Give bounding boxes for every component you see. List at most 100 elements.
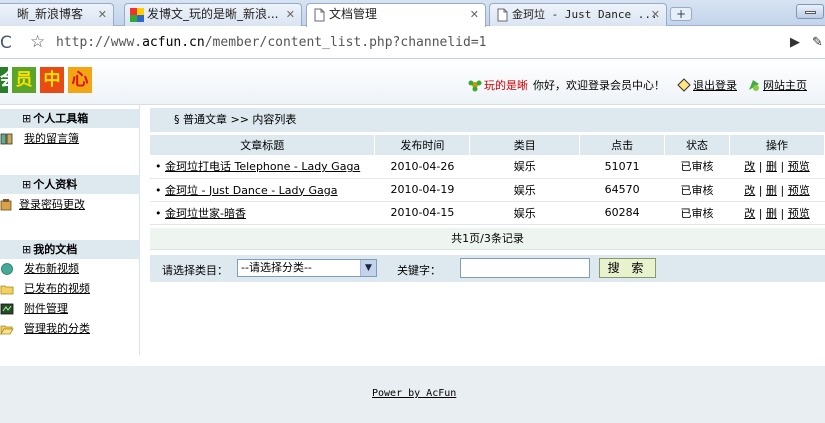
table-row: • 金珂垃打电话 Telephone - Lady Gaga 2010-04-2… — [150, 155, 825, 179]
expand-box-icon: ⊞ — [22, 112, 32, 125]
delete-link[interactable]: 删 — [766, 160, 777, 173]
separator: | — [758, 206, 763, 220]
url-prefix: http://www. — [56, 35, 143, 50]
bullet: • — [155, 206, 162, 220]
category: 娱乐 — [469, 201, 580, 225]
sidebar-section-profile[interactable]: ⊞ 个人资料 — [0, 175, 140, 194]
page-icon — [314, 8, 325, 22]
chevron-down-icon: ▼ — [360, 260, 376, 276]
publish-date: 2010-04-26 — [374, 155, 470, 179]
edit-link[interactable]: 改 — [744, 184, 755, 197]
tab-close-icon[interactable]: ✕ — [651, 4, 660, 25]
keyword-input[interactable] — [460, 258, 590, 278]
column-header-actions: 操作 — [729, 135, 825, 155]
globe-icon — [1, 263, 13, 275]
column-header-title: 文章标题 — [150, 135, 376, 155]
page-menu-icon[interactable]: ▶ — [790, 33, 806, 53]
sidebar-section-toolbox[interactable]: ⊞ 个人工具箱 — [0, 109, 140, 128]
table-row: • 金珂垃世家-暗香 2010-04-15 娱乐 60284 已审核 改 | 删… — [150, 201, 825, 225]
username: 玩的是晰 — [484, 79, 528, 92]
sidebar-section-documents[interactable]: ⊞ 我的文档 — [0, 240, 140, 259]
wrench-icon[interactable]: ✎ — [812, 33, 825, 53]
address-bar[interactable]: http://www.acfun.cn/member/content_list.… — [56, 32, 778, 54]
folder-icon — [0, 285, 14, 295]
click-count: 60284 — [579, 201, 665, 225]
url-path: /member/content_list.php?channelid=1 — [204, 35, 487, 50]
keyword-label: 关键字： — [397, 264, 441, 277]
category-select-value: --请选择分类-- — [241, 261, 312, 274]
column-header-status: 状态 — [664, 135, 731, 155]
click-count: 51071 — [579, 155, 665, 179]
reload-icon[interactable]: C — [0, 32, 18, 54]
expand-box-icon: ⊞ — [22, 178, 32, 191]
preview-link[interactable]: 预览 — [788, 160, 810, 173]
browser-tab-sina-blog[interactable]: 晰_新浪博客 ✕ — [0, 3, 114, 26]
article-title-link[interactable]: 金珂垃世家-暗香 — [165, 207, 246, 220]
minimize-icon — [805, 11, 816, 14]
status: 已审核 — [664, 155, 730, 179]
table-row: • 金珂垃 - Just Dance - Lady Gaga 2010-04-1… — [150, 178, 825, 202]
logout-link[interactable]: 退出登录 — [693, 77, 737, 93]
sidebar: ⊞ 个人工具箱 我的留言簿 ⊞ 个人资料 登录密码更改 ⊞ 我的文档 发布新视频 已发… — [0, 105, 140, 355]
separator: | — [780, 183, 785, 197]
delete-link[interactable]: 删 — [766, 184, 777, 197]
browser-tab-just-dance[interactable]: 金珂垃 - Just Dance ... ✕ — [489, 3, 667, 26]
logout-icon — [677, 78, 691, 92]
article-title-link[interactable]: 金珂垃 - Just Dance - Lady Gaga — [165, 184, 338, 197]
preview-link[interactable]: 预览 — [788, 207, 810, 220]
logo-char: 中 — [40, 67, 64, 93]
user-flower-icon — [468, 80, 482, 92]
bullet: • — [155, 160, 162, 174]
sidebar-item-attachments[interactable]: 附件管理 — [0, 300, 140, 318]
folder-open-icon — [0, 325, 14, 336]
column-header-clicks: 点击 — [579, 135, 666, 155]
browser-tab-blog-post[interactable]: 发博文_玩的是晰_新浪... ✕ — [124, 3, 302, 26]
browser-tab-document-manage[interactable]: 文档管理 ✕ — [306, 3, 486, 27]
tab-title: 文档管理 — [329, 7, 378, 21]
search-button[interactable]: 搜 索 — [599, 258, 656, 278]
browser-tab-bar: 晰_新浪博客 ✕ 发博文_玩的是晰_新浪... ✕ 文档管理 ✕ 金珂垃 - J… — [0, 0, 825, 27]
pagination-info: 共1页/3条记录 — [150, 228, 825, 250]
tab-close-icon[interactable]: ✕ — [470, 4, 479, 25]
logo-char: 心 — [68, 67, 92, 93]
sidebar-item-published-videos[interactable]: 已发布的视频 — [0, 280, 140, 298]
footer-link[interactable]: Power by AcFun — [372, 388, 456, 399]
sidebar-item-label: 发布新视频 — [24, 262, 79, 275]
logo-char: 会 — [0, 67, 8, 93]
edit-link[interactable]: 改 — [744, 207, 755, 220]
tab-close-icon[interactable]: ✕ — [286, 4, 295, 25]
logo-char: 员 — [12, 67, 36, 93]
search-bar: 请选择类目： --请选择分类-- ▼ 关键字： 搜 索 — [150, 255, 825, 282]
key-icon — [0, 199, 12, 211]
status: 已审核 — [664, 201, 730, 225]
preview-link[interactable]: 预览 — [788, 184, 810, 197]
bookmark-star-icon[interactable]: ☆ — [30, 31, 52, 53]
breadcrumb: § 普通文章 >> 内容列表 — [150, 108, 825, 132]
sidebar-item-guestbook[interactable]: 我的留言簿 — [0, 130, 140, 148]
separator: | — [758, 183, 763, 197]
site-home-link[interactable]: 网站主页 — [763, 77, 807, 93]
attachment-icon — [0, 303, 14, 315]
tab-title: 金珂垃 - Just Dance ... — [512, 8, 658, 21]
section-title: 我的文档 — [33, 243, 78, 256]
bullet: • — [155, 183, 162, 197]
tab-close-icon[interactable]: ✕ — [98, 4, 107, 25]
sidebar-item-manage-categories[interactable]: 管理我的分类 — [0, 320, 140, 338]
browser-toolbar: C ☆ http://www.acfun.cn/member/content_l… — [0, 27, 825, 59]
sidebar-item-publish-video[interactable]: 发布新视频 — [0, 260, 140, 278]
minimize-button[interactable] — [796, 4, 824, 19]
category-select[interactable]: --请选择分类-- ▼ — [237, 259, 377, 277]
sidebar-item-label: 管理我的分类 — [24, 322, 90, 335]
publish-date: 2010-04-19 — [374, 178, 470, 202]
article-title-link[interactable]: 金珂垃打电话 Telephone - Lady Gaga — [165, 160, 360, 173]
sidebar-item-change-password[interactable]: 登录密码更改 — [0, 196, 140, 214]
expand-box-icon: ⊞ — [22, 243, 32, 256]
delete-link[interactable]: 删 — [766, 207, 777, 220]
status: 已审核 — [664, 178, 730, 202]
new-tab-button[interactable]: + — [670, 7, 692, 21]
category-select-label: 请选择类目： — [162, 264, 228, 277]
sidebar-item-label: 附件管理 — [24, 302, 68, 315]
page-icon — [497, 8, 508, 22]
edit-link[interactable]: 改 — [744, 160, 755, 173]
column-header-date: 发布时间 — [374, 135, 471, 155]
